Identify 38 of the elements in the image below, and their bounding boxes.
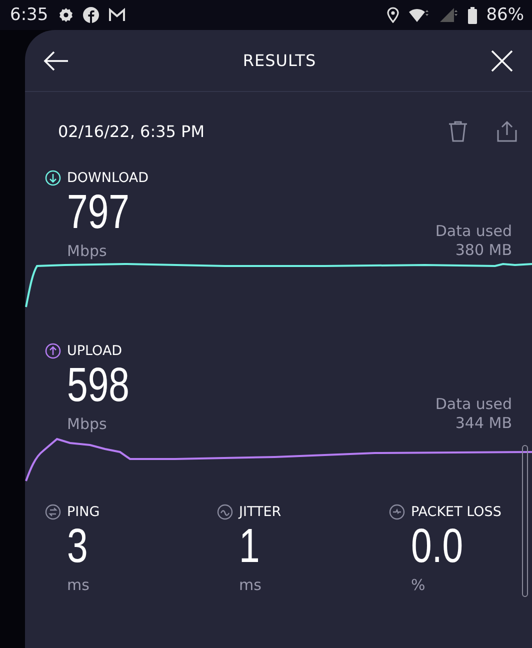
close-button[interactable] <box>490 48 514 72</box>
unit-label: Mbps <box>67 415 108 433</box>
metric-label: UPLOAD <box>67 343 122 359</box>
wifi-icon <box>408 7 430 23</box>
data-used-label: Data used <box>435 395 512 414</box>
metric-label: JITTER <box>239 504 282 520</box>
gear-icon <box>58 7 74 23</box>
location-icon <box>387 7 400 23</box>
data-used-label: Data used <box>435 222 512 241</box>
arrows-icon <box>45 504 61 520</box>
share-button[interactable] <box>496 120 518 142</box>
unit-label: Mbps <box>67 242 108 260</box>
metric-label: PACKET LOSS <box>411 504 502 520</box>
data-used-value: 380 MB <box>454 241 512 260</box>
signal-icon <box>439 7 460 23</box>
metric-label: DOWNLOAD <box>67 170 149 186</box>
delete-button[interactable] <box>448 120 468 142</box>
unit-label: ms <box>239 576 262 594</box>
clock: 6:35 <box>10 5 48 25</box>
data-used-value: 344 MB <box>454 414 512 433</box>
facebook-icon <box>83 7 100 23</box>
metric-value: 3 <box>67 520 89 574</box>
screen-title: RESULTS <box>242 51 318 70</box>
metric-value: 0.0 <box>411 520 464 574</box>
mail-icon <box>108 8 126 22</box>
pulse-icon <box>389 504 405 520</box>
speed-value: 797 <box>67 186 130 240</box>
metric-label: PING <box>67 504 100 520</box>
battery-icon <box>468 6 478 24</box>
wave-icon <box>217 504 233 520</box>
test-date: 02/16/22, 6:35 PM <box>58 122 206 140</box>
unit-label: ms <box>67 576 90 594</box>
metric-value: 1 <box>239 520 261 574</box>
speed-value: 598 <box>67 359 130 413</box>
battery-percent: 86% <box>486 5 524 25</box>
unit-label: % <box>411 576 426 594</box>
scrollbar[interactable] <box>522 445 528 597</box>
back-button[interactable] <box>43 50 69 72</box>
